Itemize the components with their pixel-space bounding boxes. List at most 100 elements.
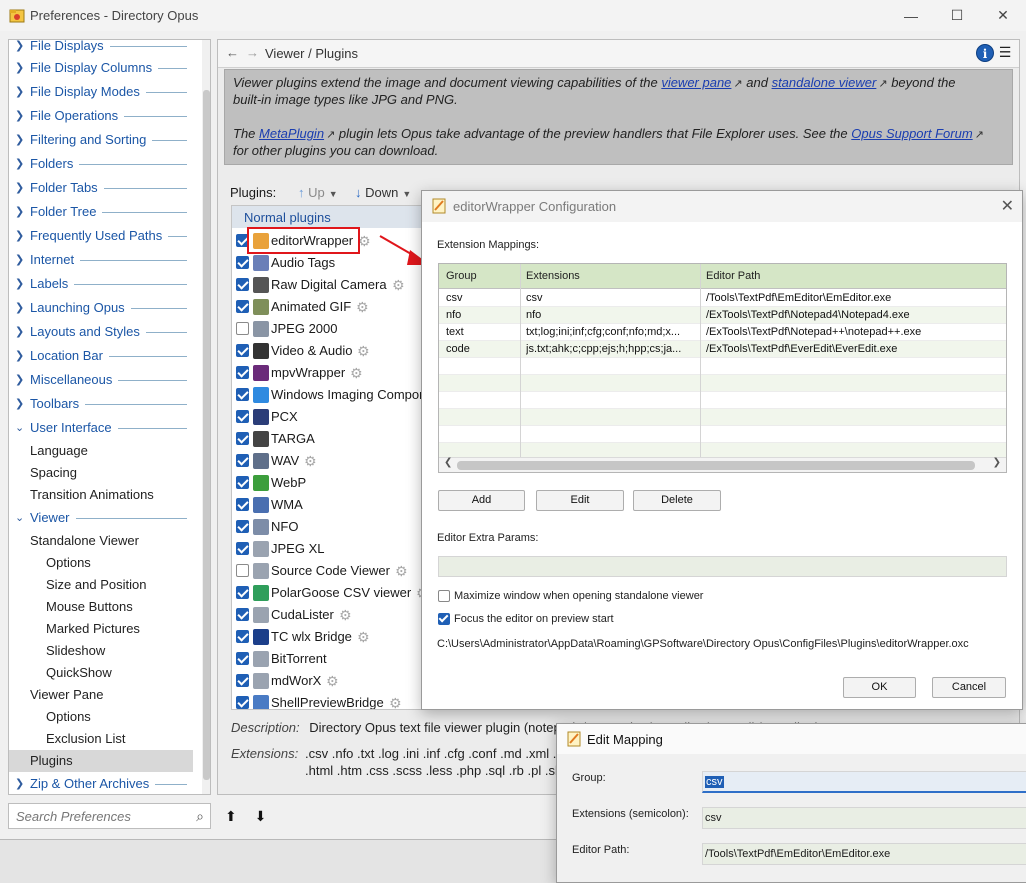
delete-button[interactable]: Delete bbox=[633, 490, 721, 511]
plugin-checkbox[interactable] bbox=[236, 608, 249, 621]
plugin-checkbox[interactable] bbox=[236, 652, 249, 665]
plugin-checkbox[interactable] bbox=[236, 366, 249, 379]
tree-category[interactable]: ❯ Filtering and Sorting bbox=[9, 129, 194, 151]
cancel-button[interactable]: Cancel bbox=[932, 677, 1006, 698]
column-header-editor-path[interactable]: Editor Path bbox=[706, 270, 760, 282]
plugin-checkbox[interactable] bbox=[236, 542, 249, 555]
tree-category[interactable]: ❯ Miscellaneous bbox=[9, 369, 194, 391]
plugin-checkbox[interactable] bbox=[236, 344, 249, 357]
ok-button[interactable]: OK bbox=[843, 677, 916, 698]
viewer-pane-link[interactable]: viewer pane bbox=[661, 75, 731, 90]
forward-arrow-icon[interactable]: → bbox=[246, 45, 259, 60]
tree-scrollbar[interactable] bbox=[202, 40, 210, 794]
tree-category[interactable]: ❯ Internet bbox=[9, 249, 194, 271]
move-down-icon[interactable]: ⬇ bbox=[255, 808, 267, 824]
tree-category[interactable]: ❯ Layouts and Styles bbox=[9, 321, 194, 343]
tree-item[interactable]: Exclusion List bbox=[46, 728, 125, 750]
tree-item[interactable]: Options bbox=[46, 706, 91, 728]
grid-row[interactable]: code js.txt;ahk;c;cpp;ejs;h;hpp;cs;ja... /… bbox=[439, 341, 1006, 358]
scroll-left-icon[interactable]: ❮ bbox=[444, 457, 452, 468]
grid-scrollbar-thumb[interactable] bbox=[457, 461, 975, 470]
mappings-grid[interactable]: Group Extensions Editor Path csv csv/Tool… bbox=[438, 263, 1007, 473]
grid-row[interactable] bbox=[439, 392, 1006, 409]
plugin-checkbox[interactable] bbox=[236, 630, 249, 643]
extensions-input[interactable]: csv bbox=[702, 807, 1026, 829]
minimize-button[interactable]: — bbox=[888, 0, 934, 31]
maximize-button[interactable]: ☐ bbox=[934, 0, 980, 31]
tree-item[interactable]: Mouse Buttons bbox=[46, 596, 133, 618]
tree-category[interactable]: ⌄ User Interface bbox=[9, 417, 194, 439]
tree-category[interactable]: ❯ File Operations bbox=[9, 105, 194, 127]
tree-category[interactable]: ❯ Toolbars bbox=[9, 393, 194, 415]
grid-row[interactable] bbox=[439, 375, 1006, 392]
gear-icon[interactable]: ⚙ bbox=[357, 626, 370, 648]
tree-item[interactable]: Options bbox=[46, 552, 91, 574]
gear-icon[interactable]: ⚙ bbox=[339, 604, 352, 626]
plugin-checkbox[interactable] bbox=[236, 520, 249, 533]
gear-icon[interactable]: ⚙ bbox=[356, 296, 369, 318]
gear-icon[interactable]: ⚙ bbox=[326, 670, 339, 692]
plugin-checkbox[interactable] bbox=[236, 388, 249, 401]
plugin-checkbox[interactable] bbox=[236, 432, 249, 445]
column-header-extensions[interactable]: Extensions bbox=[526, 270, 580, 282]
gear-icon[interactable]: ⚙ bbox=[395, 560, 408, 582]
tree-item[interactable]: Marked Pictures bbox=[46, 618, 140, 640]
tree-category[interactable]: ❯ Zip & Other Archives bbox=[9, 773, 194, 794]
tree-item[interactable]: Standalone Viewer bbox=[30, 530, 139, 552]
grid-row[interactable] bbox=[439, 426, 1006, 443]
grid-row[interactable] bbox=[439, 358, 1006, 375]
tree-category[interactable]: ❯ Folder Tabs bbox=[9, 177, 194, 199]
tree-item[interactable]: QuickShow bbox=[46, 662, 112, 684]
plugin-checkbox[interactable] bbox=[236, 564, 249, 577]
tree-category[interactable]: ❯ Frequently Used Paths bbox=[9, 225, 194, 247]
search-input[interactable] bbox=[14, 807, 179, 825]
tree-category[interactable]: ❯ File Display Modes bbox=[9, 81, 194, 103]
scroll-right-icon[interactable]: ❯ bbox=[993, 457, 1001, 468]
grid-scrollbar[interactable]: ❮ ❯ bbox=[439, 457, 1006, 472]
tree-category[interactable]: ❯ Folder Tree bbox=[9, 201, 194, 223]
tree-category[interactable]: ❯ Location Bar bbox=[9, 345, 194, 367]
plugin-checkbox[interactable] bbox=[236, 476, 249, 489]
tree-category[interactable]: ❯ Launching Opus bbox=[9, 297, 194, 319]
opus-support-forum-link[interactable]: Opus Support Forum bbox=[851, 126, 972, 141]
gear-icon[interactable]: ⚙ bbox=[304, 450, 317, 472]
search-box[interactable]: ⌕ bbox=[8, 803, 211, 829]
group-input[interactable]: csv bbox=[702, 771, 1026, 793]
gear-icon[interactable]: ⚙ bbox=[350, 362, 363, 384]
add-button[interactable]: Add bbox=[438, 490, 525, 511]
plugin-list[interactable]: Normal plugins editorWrapper ⚙ Audio Tags R… bbox=[231, 205, 431, 710]
editor-path-input[interactable]: /Tools\TextPdf\EmEditor\EmEditor.exe bbox=[702, 843, 1026, 865]
grid-row[interactable] bbox=[439, 409, 1006, 426]
tree-category[interactable]: ❯ Folders bbox=[9, 153, 194, 175]
tree-item[interactable]: Viewer Pane bbox=[30, 684, 103, 706]
tree-scrollbar-thumb[interactable] bbox=[203, 90, 210, 780]
search-icon[interactable]: ⌕ bbox=[196, 808, 204, 825]
tree-item[interactable]: Language bbox=[30, 440, 88, 462]
metaplugin-link[interactable]: MetaPlugin bbox=[259, 126, 324, 141]
grid-row[interactable]: text txt;log;ini;inf;cfg;conf;nfo;md;x...… bbox=[439, 324, 1006, 341]
plugin-checkbox[interactable] bbox=[236, 256, 249, 269]
gear-icon[interactable]: ⚙ bbox=[357, 340, 370, 362]
edit-button[interactable]: Edit bbox=[536, 490, 624, 511]
plugin-checkbox[interactable] bbox=[236, 322, 249, 335]
back-arrow-icon[interactable]: ← bbox=[226, 45, 239, 60]
grid-row[interactable]: csv csv/Tools\TextPdf\EmEditor\EmEditor.e… bbox=[439, 290, 1006, 307]
tree-item[interactable]: Spacing bbox=[30, 462, 77, 484]
close-icon[interactable]: ✕ bbox=[1001, 196, 1014, 216]
tree-category[interactable]: ❯ File Display Columns bbox=[9, 57, 194, 79]
tree-item[interactable]: Plugins bbox=[9, 750, 193, 772]
down-button[interactable]: ↓ Down ▼ bbox=[355, 185, 411, 200]
tree-item[interactable]: Size and Position bbox=[46, 574, 146, 596]
up-button[interactable]: ↑ Up ▼ bbox=[298, 185, 338, 200]
plugin-checkbox[interactable] bbox=[236, 410, 249, 423]
close-button[interactable]: ✕ bbox=[980, 0, 1026, 31]
tree-item[interactable]: Slideshow bbox=[46, 640, 105, 662]
plugin-checkbox[interactable] bbox=[236, 278, 249, 291]
preferences-tree[interactable]: ❯ File Displays ❯ File Display Columns ❯ File… bbox=[8, 39, 211, 795]
standalone-viewer-link[interactable]: standalone viewer bbox=[772, 75, 877, 90]
editor-extra-params-field[interactable] bbox=[438, 556, 1007, 577]
hamburger-menu-icon[interactable]: ☰ bbox=[998, 44, 1012, 62]
grid-row[interactable]: nfo nfo/ExTools\TextPdf\Notepad4\Notepad4… bbox=[439, 307, 1006, 324]
focus-editor-checkbox[interactable] bbox=[438, 613, 450, 625]
info-icon[interactable]: i bbox=[976, 44, 994, 62]
